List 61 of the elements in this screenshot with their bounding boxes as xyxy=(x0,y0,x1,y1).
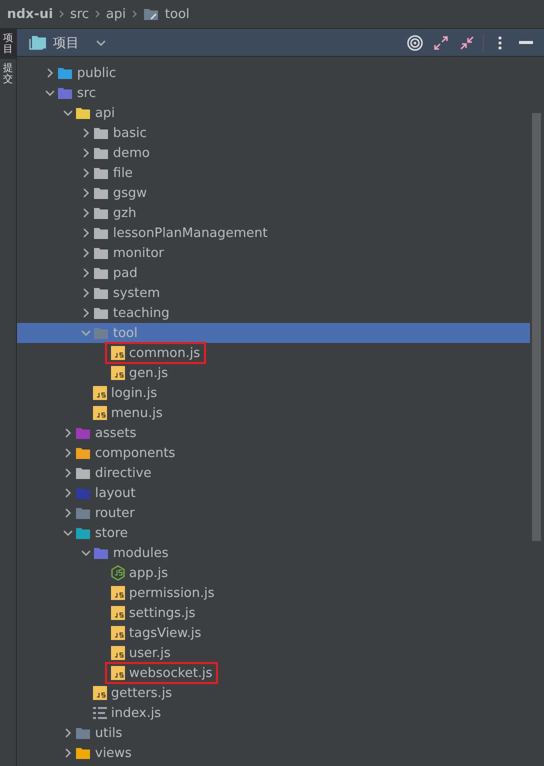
tree-item[interactable]: modules xyxy=(113,546,168,560)
tree-item[interactable]: common.js xyxy=(129,346,200,360)
tree-item[interactable]: pad xyxy=(113,266,138,280)
js-file-icon xyxy=(111,666,125,680)
js-file-icon xyxy=(111,606,125,620)
tree-item[interactable]: index.js xyxy=(111,706,162,720)
caret-icon[interactable] xyxy=(95,38,107,48)
tree-item[interactable]: system xyxy=(113,286,160,300)
js-file-icon xyxy=(93,686,107,700)
side-tab[interactable]: 项目 xyxy=(0,29,16,59)
breadcrumb-item[interactable]: ndx-ui xyxy=(7,6,54,22)
js-file-icon xyxy=(111,646,125,660)
tree-item[interactable]: basic xyxy=(113,126,147,140)
tree-item[interactable]: file xyxy=(113,166,133,180)
tree-item[interactable]: gzh xyxy=(113,206,136,220)
folder-icon xyxy=(29,35,47,50)
breadcrumb-item[interactable]: tool xyxy=(164,6,190,22)
js-file-icon xyxy=(111,626,125,640)
tree-item[interactable]: src xyxy=(77,86,96,100)
js-file-icon xyxy=(93,406,107,420)
tree-item[interactable]: assets xyxy=(95,426,136,440)
tree-item[interactable]: login.js xyxy=(111,386,158,400)
tree-item[interactable]: layout xyxy=(95,486,136,500)
tree-item[interactable]: tagsView.js xyxy=(129,626,202,640)
tree-item[interactable]: components xyxy=(95,446,176,460)
breadcrumb-item[interactable]: api xyxy=(106,6,126,22)
tree-item[interactable]: store xyxy=(95,526,128,540)
tree-item[interactable]: menu.js xyxy=(111,406,163,420)
tree-item[interactable]: permission.js xyxy=(129,586,215,600)
tree-item[interactable]: app.js xyxy=(129,566,168,580)
tree-item[interactable]: public xyxy=(77,66,116,80)
chevron-icon xyxy=(132,10,137,18)
tree-item[interactable]: directive xyxy=(95,466,152,480)
tree-item[interactable]: websocket.js xyxy=(129,666,212,680)
tree-item[interactable]: utils xyxy=(95,726,122,740)
scrollbar-thumb[interactable] xyxy=(532,113,541,541)
chevron-icon xyxy=(95,10,100,18)
tree-item[interactable]: settings.js xyxy=(129,606,196,620)
tree-item[interactable]: getters.js xyxy=(111,686,172,700)
side-tab[interactable]: 提交 xyxy=(0,59,16,89)
tree-item[interactable]: demo xyxy=(113,146,150,160)
tree-item[interactable]: teaching xyxy=(113,306,170,320)
tree-item[interactable]: gsgw xyxy=(113,186,147,200)
tree-item[interactable]: user.js xyxy=(129,646,171,660)
hexagon-icon xyxy=(111,565,125,581)
tree-item[interactable]: views xyxy=(95,746,132,760)
js-file-icon xyxy=(93,386,107,400)
tree-item[interactable]: gen.js xyxy=(129,366,168,380)
js-file-icon xyxy=(111,586,125,600)
tree-item[interactable]: router xyxy=(95,506,135,520)
tree-item[interactable]: monitor xyxy=(113,246,164,260)
chevron-icon xyxy=(59,10,64,18)
list-icon xyxy=(93,707,107,719)
tree-item[interactable]: api xyxy=(95,106,115,120)
js-file-icon xyxy=(111,366,125,380)
folder-icon xyxy=(142,7,159,21)
panel-title[interactable]: 项目 xyxy=(53,34,79,52)
breadcrumb-item[interactable]: src xyxy=(70,6,90,22)
tree-item[interactable]: lessonPlanManagement xyxy=(113,226,268,240)
target-icon[interactable] xyxy=(405,32,425,52)
js-file-icon xyxy=(111,346,125,360)
